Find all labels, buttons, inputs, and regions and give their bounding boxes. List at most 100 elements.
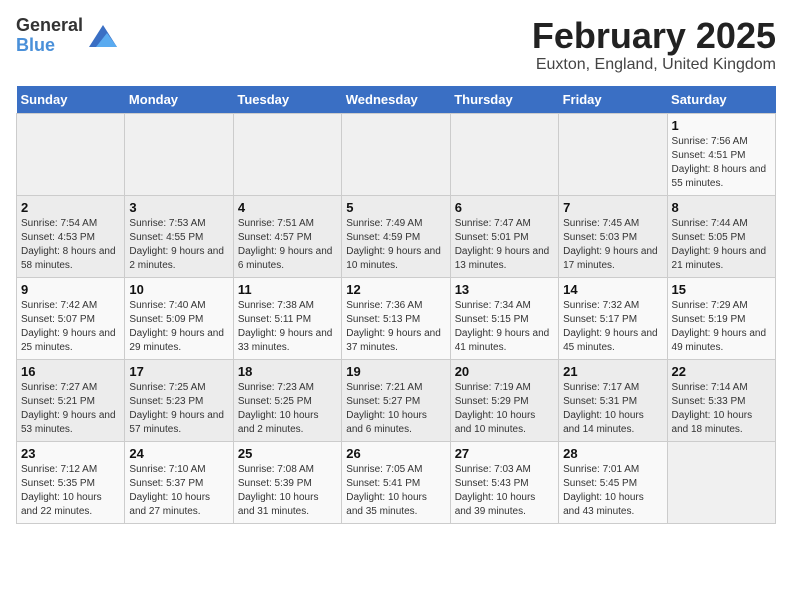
day-number: 11 [238,282,337,297]
day-number: 20 [455,364,554,379]
day-cell: 12 Sunrise: 7:36 AM Sunset: 5:13 PM Dayli… [342,277,450,359]
calendar-subtitle: Euxton, England, United Kingdom [532,56,776,74]
day-info: Sunrise: 7:27 AM Sunset: 5:21 PM Dayligh… [21,381,120,437]
weekday-header-tuesday: Tuesday [233,86,341,114]
day-number: 22 [672,364,771,379]
day-info: Sunrise: 7:32 AM Sunset: 5:17 PM Dayligh… [563,299,662,355]
logo-general-text: General [16,16,83,36]
week-row-3: 9 Sunrise: 7:42 AM Sunset: 5:07 PM Daylig… [17,277,776,359]
weekday-header-sunday: Sunday [17,86,125,114]
day-info: Sunrise: 7:10 AM Sunset: 5:37 PM Dayligh… [129,463,228,519]
day-number: 15 [672,282,771,297]
week-row-1: 1Sunrise: 7:56 AM Sunset: 4:51 PM Daylig… [17,113,776,195]
day-info: Sunrise: 7:17 AM Sunset: 5:31 PM Dayligh… [563,381,662,437]
day-number: 8 [672,200,771,215]
day-info: Sunrise: 7:01 AM Sunset: 5:45 PM Dayligh… [563,463,662,519]
day-number: 6 [455,200,554,215]
day-cell: 15Sunrise: 7:29 AM Sunset: 5:19 PM Dayli… [667,277,775,359]
day-number: 17 [129,364,228,379]
day-cell: 19 Sunrise: 7:21 AM Sunset: 5:27 PM Dayli… [342,359,450,441]
day-cell [233,113,341,195]
day-number: 24 [129,446,228,461]
day-cell: 13Sunrise: 7:34 AM Sunset: 5:15 PM Dayli… [450,277,558,359]
day-cell [342,113,450,195]
day-info: Sunrise: 7:12 AM Sunset: 5:35 PM Dayligh… [21,463,120,519]
logo: General Blue [16,16,117,56]
day-number: 5 [346,200,445,215]
week-row-2: 2 Sunrise: 7:54 AM Sunset: 4:53 PM Daylig… [17,195,776,277]
day-cell: 28 Sunrise: 7:01 AM Sunset: 5:45 PM Dayli… [559,441,667,523]
day-cell: 3Sunrise: 7:53 AM Sunset: 4:55 PM Daylig… [125,195,233,277]
day-number: 14 [563,282,662,297]
logo-blue-text: Blue [16,36,83,56]
day-cell: 10 Sunrise: 7:40 AM Sunset: 5:09 PM Dayli… [125,277,233,359]
day-cell: 4 Sunrise: 7:51 AM Sunset: 4:57 PM Daylig… [233,195,341,277]
day-cell: 23 Sunrise: 7:12 AM Sunset: 5:35 PM Dayli… [17,441,125,523]
day-info: Sunrise: 7:14 AM Sunset: 5:33 PM Dayligh… [672,381,771,437]
day-number: 2 [21,200,120,215]
day-info: Sunrise: 7:42 AM Sunset: 5:07 PM Dayligh… [21,299,120,355]
week-row-5: 23 Sunrise: 7:12 AM Sunset: 5:35 PM Dayli… [17,441,776,523]
day-cell: 21 Sunrise: 7:17 AM Sunset: 5:31 PM Dayli… [559,359,667,441]
day-number: 16 [21,364,120,379]
day-cell: 25Sunrise: 7:08 AM Sunset: 5:39 PM Dayli… [233,441,341,523]
day-number: 7 [563,200,662,215]
day-number: 1 [672,118,771,133]
day-number: 4 [238,200,337,215]
day-info: Sunrise: 7:49 AM Sunset: 4:59 PM Dayligh… [346,217,445,273]
day-number: 12 [346,282,445,297]
day-number: 28 [563,446,662,461]
day-cell [559,113,667,195]
day-cell: 17 Sunrise: 7:25 AM Sunset: 5:23 PM Dayli… [125,359,233,441]
day-number: 9 [21,282,120,297]
header: General Blue February 2025 Euxton, Engla… [16,16,776,74]
day-number: 23 [21,446,120,461]
calendar-title: February 2025 [532,16,776,56]
day-info: Sunrise: 7:45 AM Sunset: 5:03 PM Dayligh… [563,217,662,273]
weekday-header-friday: Friday [559,86,667,114]
weekday-header-thursday: Thursday [450,86,558,114]
weekday-header-monday: Monday [125,86,233,114]
day-cell: 2 Sunrise: 7:54 AM Sunset: 4:53 PM Daylig… [17,195,125,277]
day-cell: 5 Sunrise: 7:49 AM Sunset: 4:59 PM Daylig… [342,195,450,277]
day-number: 21 [563,364,662,379]
weekday-header-row: SundayMondayTuesdayWednesdayThursdayFrid… [17,86,776,114]
day-info: Sunrise: 7:21 AM Sunset: 5:27 PM Dayligh… [346,381,445,437]
day-cell: 14 Sunrise: 7:32 AM Sunset: 5:17 PM Dayli… [559,277,667,359]
day-cell: 16 Sunrise: 7:27 AM Sunset: 5:21 PM Dayli… [17,359,125,441]
day-number: 18 [238,364,337,379]
day-cell [667,441,775,523]
day-cell [450,113,558,195]
day-info: Sunrise: 7:34 AM Sunset: 5:15 PM Dayligh… [455,299,554,355]
day-number: 19 [346,364,445,379]
day-cell: 20 Sunrise: 7:19 AM Sunset: 5:29 PM Dayli… [450,359,558,441]
day-cell [125,113,233,195]
calendar-table: SundayMondayTuesdayWednesdayThursdayFrid… [16,86,776,524]
day-cell: 8Sunrise: 7:44 AM Sunset: 5:05 PM Daylig… [667,195,775,277]
day-number: 25 [238,446,337,461]
day-info: Sunrise: 7:51 AM Sunset: 4:57 PM Dayligh… [238,217,337,273]
day-info: Sunrise: 7:25 AM Sunset: 5:23 PM Dayligh… [129,381,228,437]
day-cell: 27 Sunrise: 7:03 AM Sunset: 5:43 PM Dayli… [450,441,558,523]
day-info: Sunrise: 7:54 AM Sunset: 4:53 PM Dayligh… [21,217,120,273]
title-section: February 2025 Euxton, England, United Ki… [532,16,776,74]
day-info: Sunrise: 7:19 AM Sunset: 5:29 PM Dayligh… [455,381,554,437]
week-row-4: 16 Sunrise: 7:27 AM Sunset: 5:21 PM Dayli… [17,359,776,441]
logo-icon [89,25,117,47]
day-number: 27 [455,446,554,461]
day-number: 3 [129,200,228,215]
day-cell: 6Sunrise: 7:47 AM Sunset: 5:01 PM Daylig… [450,195,558,277]
day-cell: 18 Sunrise: 7:23 AM Sunset: 5:25 PM Dayli… [233,359,341,441]
day-info: Sunrise: 7:40 AM Sunset: 5:09 PM Dayligh… [129,299,228,355]
day-info: Sunrise: 7:23 AM Sunset: 5:25 PM Dayligh… [238,381,337,437]
day-info: Sunrise: 7:03 AM Sunset: 5:43 PM Dayligh… [455,463,554,519]
day-info: Sunrise: 7:05 AM Sunset: 5:41 PM Dayligh… [346,463,445,519]
day-cell: 11 Sunrise: 7:38 AM Sunset: 5:11 PM Dayli… [233,277,341,359]
day-cell: 26 Sunrise: 7:05 AM Sunset: 5:41 PM Dayli… [342,441,450,523]
day-info: Sunrise: 7:38 AM Sunset: 5:11 PM Dayligh… [238,299,337,355]
day-cell: 24 Sunrise: 7:10 AM Sunset: 5:37 PM Dayli… [125,441,233,523]
day-number: 26 [346,446,445,461]
weekday-header-saturday: Saturday [667,86,775,114]
day-info: Sunrise: 7:36 AM Sunset: 5:13 PM Dayligh… [346,299,445,355]
day-number: 10 [129,282,228,297]
